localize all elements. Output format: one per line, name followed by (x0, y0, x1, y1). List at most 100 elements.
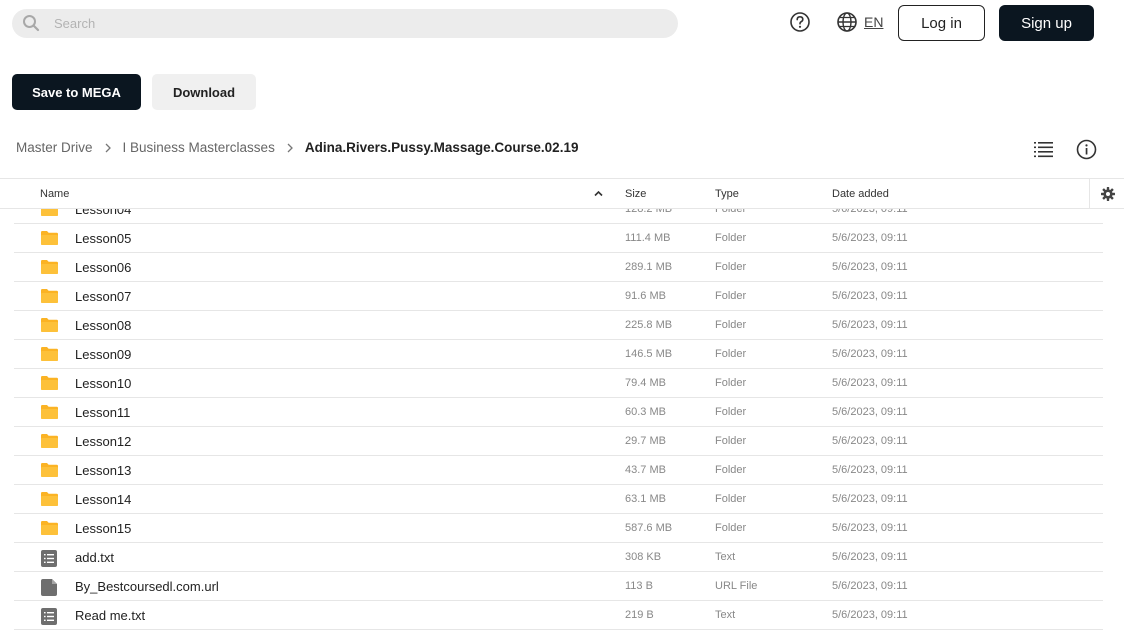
file-row[interactable]: Lesson07 91.6 MB Folder 5/6/2023, 09:11 (14, 282, 1103, 311)
file-date-added: 5/6/2023, 09:11 (832, 609, 908, 621)
help-icon[interactable] (789, 11, 811, 33)
file-size: 587.6 MB (625, 522, 673, 534)
search-input[interactable] (54, 9, 654, 38)
file-size: 29.7 MB (625, 435, 666, 447)
file-type: URL File (715, 580, 758, 592)
file-row[interactable]: Lesson04 128.2 MB Folder 5/6/2023, 09:11 (14, 209, 1103, 224)
file-type: Text (715, 551, 736, 563)
file-row[interactable]: By_Bestcoursedl.com.url 113 B URL File 5/6/… (14, 572, 1103, 601)
file-name[interactable]: Read me.txt (75, 608, 145, 623)
file-row[interactable]: Lesson06 289.1 MB Folder 5/6/2023, 09:11 (14, 253, 1103, 282)
file-size: 289.1 MB (625, 261, 673, 273)
info-icon[interactable] (1076, 139, 1097, 160)
file-name[interactable]: By_Bestcoursedl.com.url (75, 579, 219, 594)
download-button[interactable]: Download (152, 74, 256, 110)
file-row[interactable]: Lesson13 43.7 MB Folder 5/6/2023, 09:11 (14, 456, 1103, 485)
breadcrumb: Master Drive I Business Masterclasses Ad… (16, 140, 578, 155)
file-name[interactable]: Lesson05 (75, 231, 131, 246)
login-button[interactable]: Log in (898, 5, 985, 41)
file-type: Folder (715, 209, 747, 215)
gear-icon (1101, 187, 1115, 201)
folder-icon (41, 260, 58, 279)
file-name[interactable]: Lesson14 (75, 492, 131, 507)
file-row[interactable]: Lesson09 146.5 MB Folder 5/6/2023, 09:11 (14, 340, 1103, 369)
folder-icon (41, 463, 58, 482)
file-type: Folder (715, 377, 747, 389)
file-date-added: 5/6/2023, 09:11 (832, 232, 908, 244)
file-name[interactable]: Lesson13 (75, 463, 131, 478)
file-name[interactable]: Lesson15 (75, 521, 131, 536)
file-row[interactable]: Lesson12 29.7 MB Folder 5/6/2023, 09:11 (14, 427, 1103, 456)
file-type: Folder (715, 493, 747, 505)
file-date-added: 5/6/2023, 09:11 (832, 290, 908, 302)
file-name[interactable]: Lesson07 (75, 289, 131, 304)
file-size: 79.4 MB (625, 377, 666, 389)
file-row[interactable]: Lesson14 63.1 MB Folder 5/6/2023, 09:11 (14, 485, 1103, 514)
file-type: Folder (715, 435, 747, 447)
signup-button[interactable]: Sign up (999, 5, 1094, 41)
file-row[interactable]: Lesson05 111.4 MB Folder 5/6/2023, 09:11 (14, 224, 1103, 253)
file-size: 43.7 MB (625, 464, 666, 476)
file-date-added: 5/6/2023, 09:11 (832, 493, 908, 505)
folder-icon (41, 209, 58, 221)
column-header-name[interactable]: Name (40, 188, 69, 200)
file-size: 60.3 MB (625, 406, 666, 418)
file-name[interactable]: Lesson10 (75, 376, 131, 391)
file-row[interactable]: add.txt 308 KB Text 5/6/2023, 09:11 (14, 543, 1103, 572)
file-row[interactable]: Lesson15 587.6 MB Folder 5/6/2023, 09:11 (14, 514, 1103, 543)
file-date-added: 5/6/2023, 09:11 (832, 348, 908, 360)
file-row[interactable]: Lesson11 60.3 MB Folder 5/6/2023, 09:11 (14, 398, 1103, 427)
search-icon (23, 15, 40, 32)
language-selector[interactable]: EN (864, 14, 883, 30)
column-settings[interactable] (1089, 179, 1124, 209)
file-name[interactable]: Lesson06 (75, 260, 131, 275)
file-size: 91.6 MB (625, 290, 666, 302)
folder-icon (41, 405, 58, 424)
folder-icon (41, 289, 58, 308)
file-name[interactable]: Lesson12 (75, 434, 131, 449)
file-size: 225.8 MB (625, 319, 673, 331)
sort-ascending-icon[interactable] (594, 190, 603, 197)
file-date-added: 5/6/2023, 09:11 (832, 377, 908, 389)
file-type: Folder (715, 348, 747, 360)
file-date-added: 5/6/2023, 09:11 (832, 551, 908, 563)
breadcrumb-item-current: Adina.Rivers.Pussy.Massage.Course.02.19 (304, 140, 579, 155)
file-size: 308 KB (625, 551, 662, 563)
url-file-icon (41, 579, 57, 601)
file-date-added: 5/6/2023, 09:11 (832, 522, 908, 534)
chevron-right-icon (105, 143, 111, 152)
list-view-icon[interactable] (1034, 140, 1054, 158)
file-name[interactable]: add.txt (75, 550, 114, 565)
file-type: Folder (715, 406, 747, 418)
search-bar[interactable] (12, 9, 678, 38)
folder-icon (41, 492, 58, 511)
column-header-size[interactable]: Size (625, 188, 646, 200)
chevron-right-icon (287, 143, 293, 152)
breadcrumb-item-root[interactable]: Master Drive (16, 140, 93, 155)
file-type: Folder (715, 522, 747, 534)
file-name[interactable]: Lesson09 (75, 347, 131, 362)
file-type: Folder (715, 261, 747, 273)
save-to-mega-button[interactable]: Save to MEGA (12, 74, 141, 110)
folder-icon (41, 231, 58, 250)
file-row[interactable]: Read me.txt 219 B Text 5/6/2023, 09:11 (14, 601, 1103, 630)
file-name[interactable]: Lesson11 (75, 405, 130, 420)
file-row[interactable]: Lesson08 225.8 MB Folder 5/6/2023, 09:11 (14, 311, 1103, 340)
file-row[interactable]: Lesson10 79.4 MB Folder 5/6/2023, 09:11 (14, 369, 1103, 398)
folder-icon (41, 434, 58, 453)
column-header-type[interactable]: Type (715, 188, 739, 200)
file-type: Folder (715, 464, 747, 476)
file-name[interactable]: Lesson04 (75, 209, 131, 217)
file-size: 128.2 MB (625, 209, 673, 215)
file-name[interactable]: Lesson08 (75, 318, 131, 333)
table-header: Name Size Type Date added (0, 178, 1124, 209)
globe-icon[interactable] (836, 11, 858, 33)
column-header-date[interactable]: Date added (832, 188, 889, 200)
breadcrumb-item-parent[interactable]: I Business Masterclasses (123, 140, 275, 155)
file-date-added: 5/6/2023, 09:11 (832, 435, 908, 447)
file-date-added: 5/6/2023, 09:11 (832, 464, 908, 476)
file-size: 146.5 MB (625, 348, 673, 360)
file-type: Folder (715, 232, 747, 244)
file-date-added: 5/6/2023, 09:11 (832, 406, 908, 418)
file-type: Folder (715, 290, 747, 302)
